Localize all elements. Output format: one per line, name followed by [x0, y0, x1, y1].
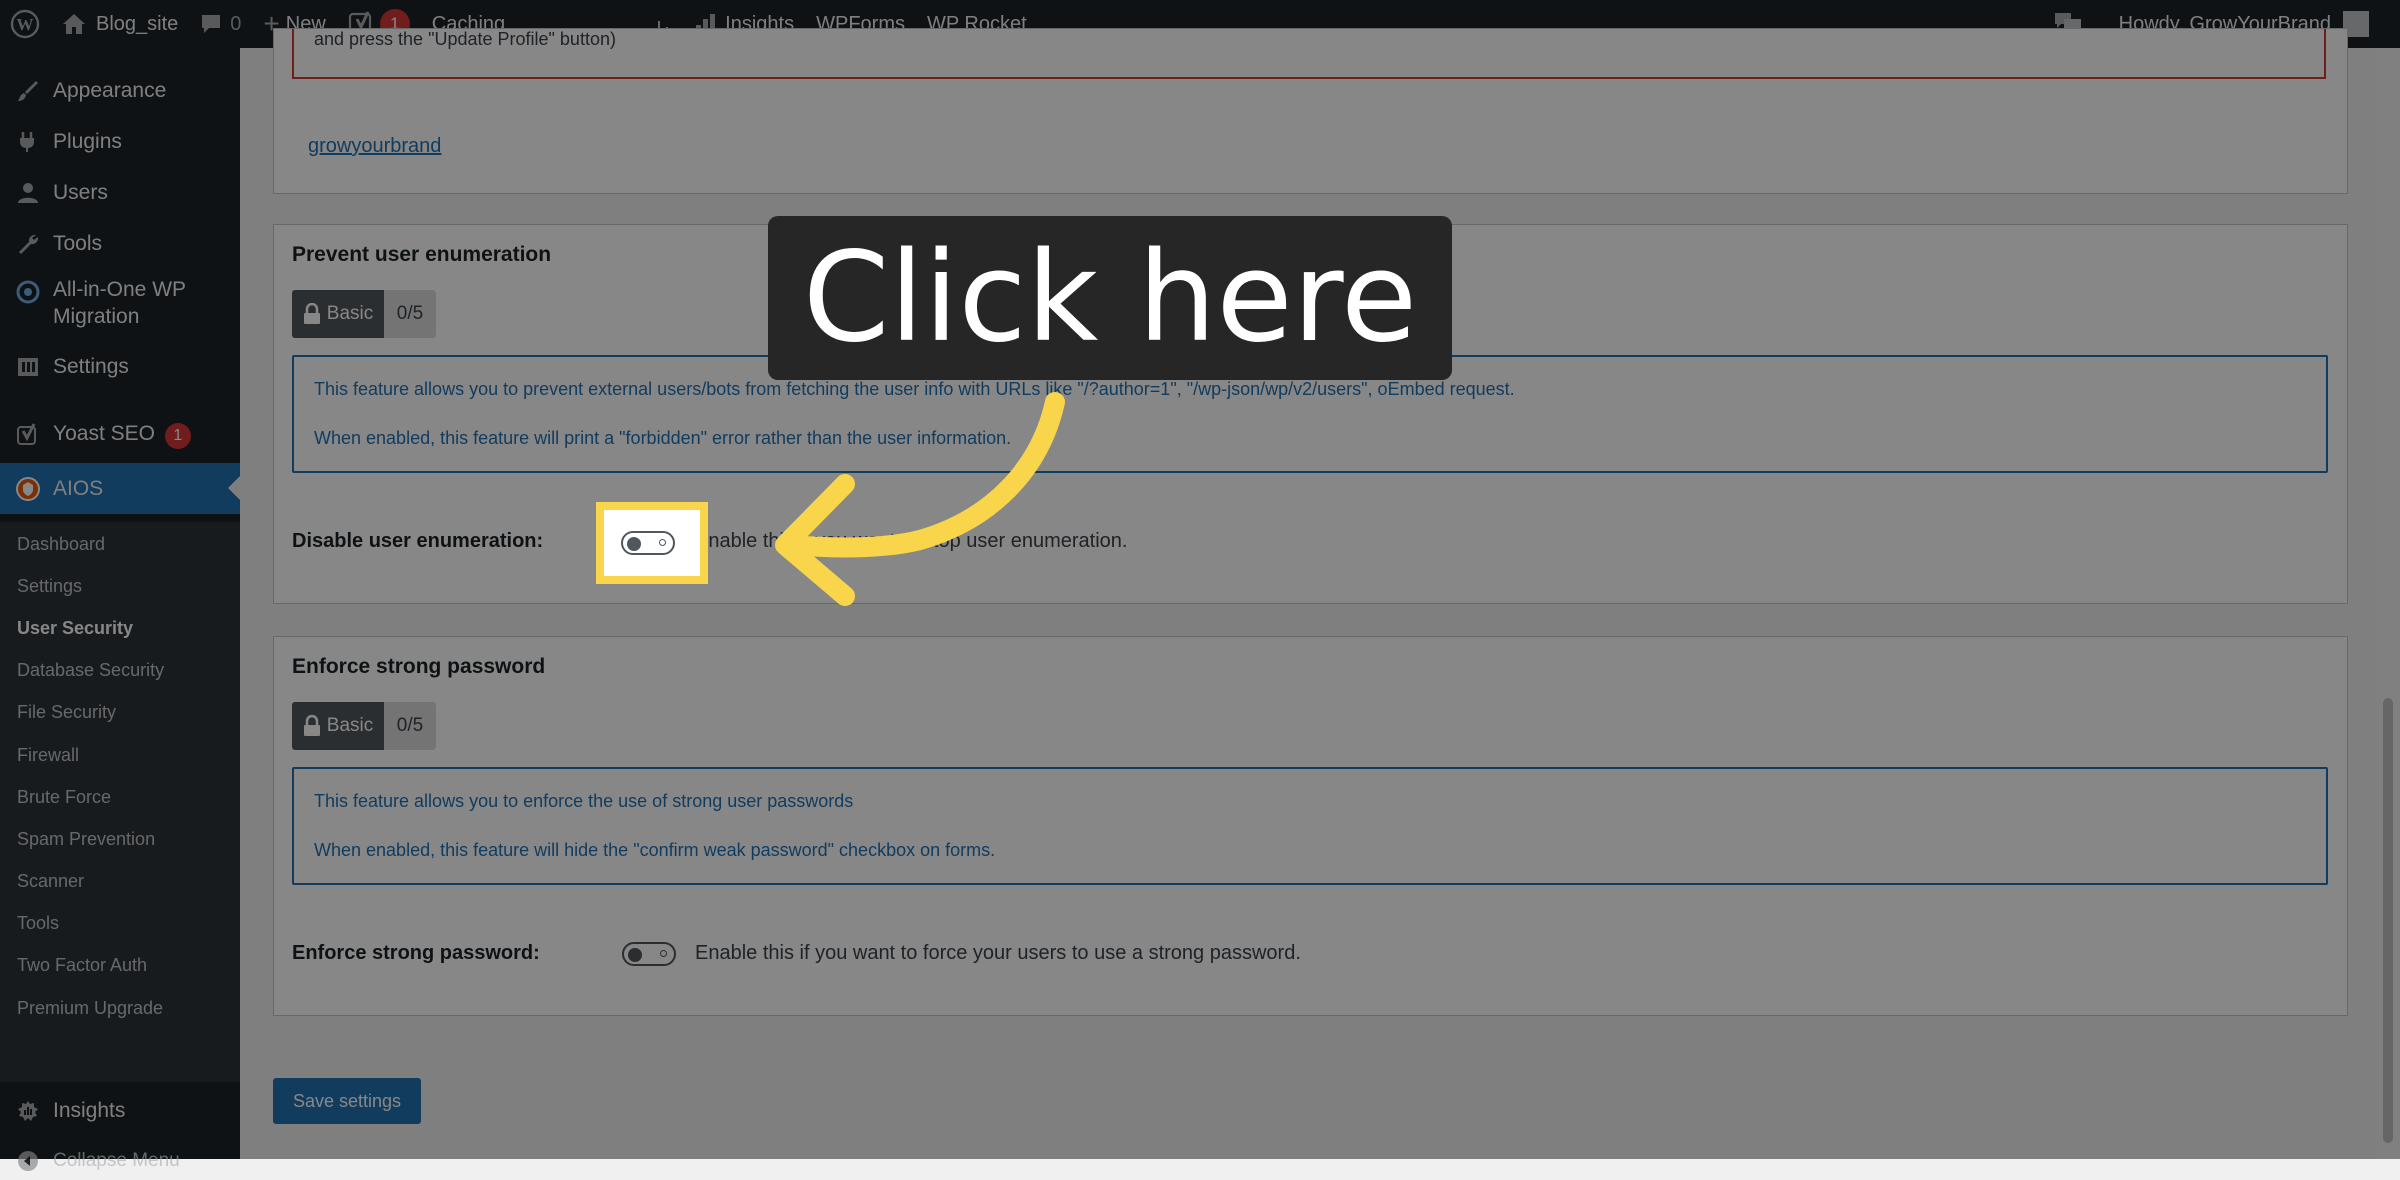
submenu-premium-upgrade[interactable]: Premium Upgrade [17, 998, 163, 1019]
info-line-2: When enabled, this feature will hide the… [314, 840, 996, 860]
page-scrollbar[interactable] [2376, 48, 2400, 1159]
comments-link[interactable]: 0 [189, 0, 252, 48]
submenu-spam-prevention[interactable]: Spam Prevention [17, 829, 155, 850]
sidebar-item-label: All-in-One WP Migration [53, 276, 186, 330]
yoast-label: Yoast SEO [53, 421, 155, 445]
toggle-knob [628, 948, 642, 962]
sidebar-item-all-in-one-wp-migration[interactable]: All-in-One WP Migration [0, 276, 240, 334]
sidebar-item-label: Tools [53, 232, 103, 255]
info-line-1: This feature allows you to prevent exter… [314, 379, 1515, 399]
sidebar-item-settings[interactable]: Settings [0, 348, 240, 386]
user-profile-panel: and press the "Update Profile" button) g… [273, 28, 2348, 194]
toggle-off-indicator [659, 539, 666, 546]
sidebar-item-users[interactable]: Users [0, 174, 240, 212]
submenu-firewall[interactable]: Firewall [17, 745, 79, 766]
sidebar-item-appearance[interactable]: Appearance [0, 72, 240, 110]
security-score: 0/5 [384, 702, 436, 750]
basic-level: Basic [292, 290, 384, 338]
yoast-icon [14, 421, 42, 449]
sidebar-item-label: Settings [53, 355, 129, 378]
sidebar-item-label: Users [53, 181, 108, 204]
sidebar-item-label: Appearance [53, 79, 167, 102]
field-description: Enable this if you want to force your us… [695, 942, 1301, 964]
sidebar-item-plugins[interactable]: Plugins [0, 123, 240, 161]
lock-icon [303, 715, 320, 736]
field-label: Disable user enumeration: [292, 530, 544, 552]
comments-count: 0 [230, 12, 242, 35]
submenu-dashboard[interactable]: Dashboard [17, 534, 105, 555]
paintbrush-icon [14, 77, 42, 105]
toggle-off-indicator [660, 950, 667, 957]
svg-text:W: W [17, 15, 34, 34]
submenu-settings[interactable]: Settings [17, 576, 82, 597]
feature-info-box: This feature allows you to enforce the u… [292, 767, 2328, 885]
sidebar-item-label: Plugins [53, 130, 122, 153]
enforce-strong-password-toggle[interactable] [622, 942, 676, 966]
submenu-scanner[interactable]: Scanner [17, 871, 84, 892]
site-name: Blog_site [96, 12, 179, 35]
plugin-icon [14, 128, 42, 156]
panel-title: Prevent user enumeration [292, 243, 552, 266]
sidebar-item-label: Insights [53, 1099, 126, 1122]
home-icon [63, 14, 85, 34]
highlighted-toggle[interactable] [621, 531, 675, 555]
sidebar-item-insights[interactable]: Insights [0, 1092, 240, 1130]
sidebar-item-label-line2: Migration [53, 305, 140, 328]
username-link[interactable]: growyourbrand [308, 135, 441, 158]
wordpress-logo-icon[interactable]: W [0, 0, 51, 48]
basic-label: Basic [326, 715, 374, 736]
field-label: Enforce strong password: [292, 942, 540, 964]
yoast-sidebar-badge: 1 [164, 422, 191, 449]
current-menu-arrow [228, 476, 240, 500]
warning-text: and press the "Update Profile" button) [314, 29, 616, 49]
main-content: and press the "Update Profile" button) g… [240, 28, 2376, 1159]
insights-icon [14, 1097, 42, 1125]
submenu-database-security[interactable]: Database Security [17, 660, 164, 681]
collapse-menu-button[interactable]: Collapse Menu [0, 1142, 240, 1180]
lock-icon [303, 303, 320, 324]
info-line-2: When enabled, this feature will print a … [314, 428, 1012, 448]
click-target-highlight[interactable] [596, 502, 708, 584]
wrench-icon [14, 230, 42, 258]
collapse-icon [14, 1147, 42, 1175]
info-line-1: This feature allows you to enforce the u… [314, 791, 854, 811]
sidebar-item-label-line1: All-in-One WP [53, 278, 187, 301]
submenu-brute-force[interactable]: Brute Force [17, 787, 111, 808]
sidebar-item-aios[interactable]: AIOS [0, 463, 240, 514]
sidebar-item-tools[interactable]: Tools [0, 225, 240, 263]
sidebar-item-label: Collapse Menu [53, 1150, 180, 1171]
basic-level: Basic [292, 702, 384, 750]
toggle-knob [627, 537, 641, 551]
admin-sidebar: Appearance Plugins Users Tools All-in-On… [0, 48, 240, 1171]
sidebar-item-label: Yoast SEO 1 [53, 422, 191, 449]
click-here-callout: Click here [768, 216, 1452, 380]
feature-level-badge: Basic 0/5 [292, 702, 436, 750]
sidebar-item-label: AIOS [53, 476, 104, 500]
settings-icon [14, 353, 42, 381]
security-score: 0/5 [384, 290, 436, 338]
warning-box: and press the "Update Profile" button) [292, 29, 2326, 79]
submenu-user-security[interactable]: User Security [17, 618, 133, 639]
migration-icon [14, 278, 42, 306]
submenu-file-security[interactable]: File Security [17, 702, 116, 723]
field-description: Enable this if you want to stop user enu… [695, 530, 1128, 552]
submenu-tools[interactable]: Tools [17, 913, 59, 934]
feature-level-badge: Basic 0/5 [292, 290, 436, 338]
save-settings-button[interactable]: Save settings [273, 1078, 421, 1124]
comment-icon [202, 15, 221, 33]
sidebar-item-yoast-seo[interactable]: Yoast SEO 1 [0, 416, 240, 454]
enforce-strong-password-panel: Enforce strong password Basic 0/5 This f… [273, 636, 2348, 1016]
site-name-link[interactable]: Blog_site [51, 0, 189, 48]
panel-title: Enforce strong password [292, 655, 546, 678]
submenu-two-factor-auth[interactable]: Two Factor Auth [17, 955, 147, 976]
basic-label: Basic [326, 303, 374, 324]
aios-icon [14, 475, 42, 503]
scrollbar-thumb[interactable] [2383, 698, 2393, 1143]
users-icon [14, 179, 42, 207]
